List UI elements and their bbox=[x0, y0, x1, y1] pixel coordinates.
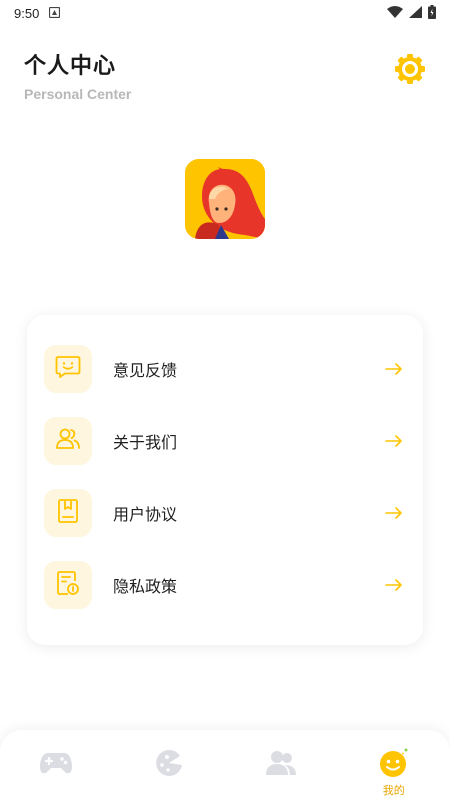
status-right bbox=[387, 4, 436, 22]
menu-label: 意见反馈 bbox=[113, 363, 178, 380]
users-icon bbox=[55, 427, 81, 456]
avatar-image bbox=[185, 159, 265, 239]
pacman-icon bbox=[152, 746, 186, 780]
menu-item-about-us[interactable]: 关于我们 bbox=[44, 417, 405, 465]
signal-icon bbox=[409, 5, 422, 21]
wifi-icon bbox=[387, 5, 403, 21]
page-subtitle: Personal Center bbox=[24, 86, 132, 102]
header: 个人中心 Personal Center bbox=[24, 48, 131, 102]
status-left: 9:50 bbox=[14, 5, 61, 21]
battery-icon bbox=[428, 4, 436, 22]
gear-icon bbox=[393, 52, 427, 91]
tab-label: 我的 bbox=[382, 785, 405, 797]
arrow-right-icon bbox=[385, 362, 405, 376]
menu-item-privacy-policy[interactable]: 隐私政策 bbox=[44, 561, 405, 609]
menu-icon-bg bbox=[44, 345, 92, 393]
privacy-icon bbox=[56, 570, 80, 601]
bottom-nav: 我的 bbox=[0, 730, 450, 800]
notification-icon bbox=[49, 6, 61, 21]
tab-community[interactable] bbox=[225, 746, 337, 780]
agreement-icon bbox=[57, 498, 79, 529]
menu-icon-bg bbox=[44, 417, 92, 465]
menu-icon-bg bbox=[44, 561, 92, 609]
arrow-right-icon bbox=[385, 506, 405, 520]
tab-explore[interactable] bbox=[113, 746, 225, 780]
avatar[interactable] bbox=[185, 159, 265, 239]
status-bar: 9:50 bbox=[0, 0, 450, 26]
menu-label: 用户协议 bbox=[113, 507, 178, 524]
menu-item-user-agreement[interactable]: 用户协议 bbox=[44, 489, 405, 537]
settings-button[interactable] bbox=[392, 53, 428, 89]
gamepad-icon bbox=[39, 746, 73, 780]
menu-item-feedback[interactable]: 意见反馈 bbox=[44, 345, 405, 393]
menu-card: 意见反馈 关于我们 用户协议 隐私政策 bbox=[27, 315, 423, 645]
tab-mine[interactable]: 我的 bbox=[338, 746, 450, 798]
smiley-icon bbox=[377, 746, 411, 780]
arrow-right-icon bbox=[385, 578, 405, 592]
menu-label: 关于我们 bbox=[113, 435, 178, 452]
community-icon bbox=[264, 746, 298, 780]
menu-label: 隐私政策 bbox=[113, 579, 178, 596]
feedback-icon bbox=[55, 355, 81, 384]
status-time: 9:50 bbox=[14, 5, 40, 21]
tab-games[interactable] bbox=[0, 746, 112, 780]
menu-icon-bg bbox=[44, 489, 92, 537]
arrow-right-icon bbox=[385, 434, 405, 448]
page-title: 个人中心 bbox=[24, 53, 117, 78]
